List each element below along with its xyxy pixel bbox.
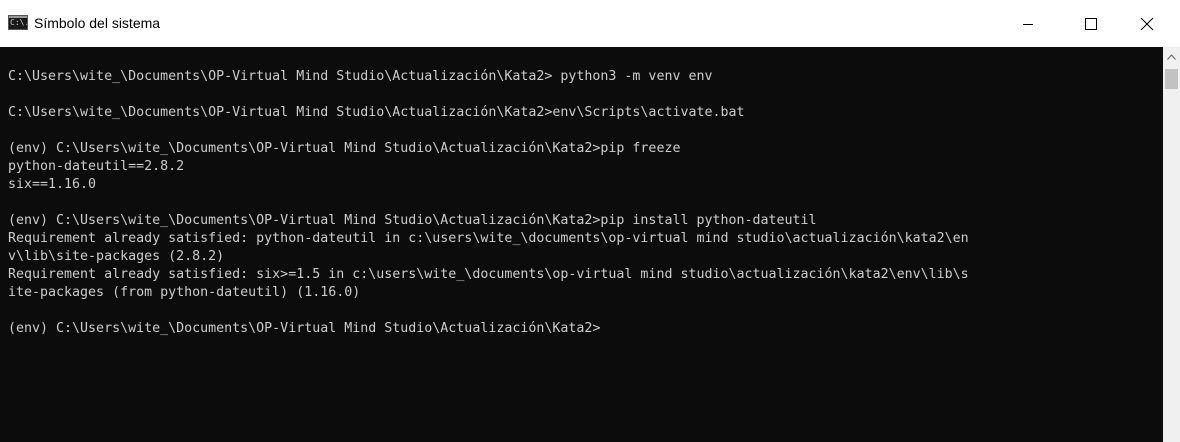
command-prompt-icon[interactable]: C:\. xyxy=(8,15,28,30)
command-prompt-window: C:\. Símbolo del sistema C:\Users\wite_\… xyxy=(0,0,1180,442)
console-output[interactable]: C:\Users\wite_\Documents\OP-Virtual Mind… xyxy=(0,47,1163,442)
console-line: C:\Users\wite_\Documents\OP-Virtual Mind… xyxy=(8,69,713,84)
minimize-button[interactable] xyxy=(1005,0,1051,47)
console-line: ite-packages (from python-dateutil) (1.1… xyxy=(8,285,361,300)
console-line: six==1.16.0 xyxy=(8,177,97,192)
console-line: Requirement already satisfied: python-da… xyxy=(8,231,969,246)
console-line: (env) C:\Users\wite_\Documents\OP-Virtua… xyxy=(8,141,681,156)
scroll-up-button[interactable] xyxy=(1163,49,1180,65)
maximize-button[interactable] xyxy=(1068,0,1114,47)
maximize-icon xyxy=(1085,17,1097,30)
console-text: C:\Users\wite_\Documents\OP-Virtual Mind… xyxy=(8,68,969,338)
minimize-icon xyxy=(1023,23,1033,25)
console-line: v\lib\site-packages (2.8.2) xyxy=(8,249,225,264)
window-title: Símbolo del sistema xyxy=(34,15,161,31)
chevron-up-icon xyxy=(1167,54,1176,60)
console-line: python-dateutil==2.8.2 xyxy=(8,159,185,174)
console-line: (env) C:\Users\wite_\Documents\OP-Virtua… xyxy=(8,321,601,336)
console-line: Requirement already satisfied: six>=1.5 … xyxy=(8,267,969,282)
vertical-scrollbar[interactable] xyxy=(1163,47,1180,442)
console-line: (env) C:\Users\wite_\Documents\OP-Virtua… xyxy=(8,213,817,228)
close-icon xyxy=(1140,17,1154,30)
console-line: C:\Users\wite_\Documents\OP-Virtual Mind… xyxy=(8,105,745,120)
close-button[interactable] xyxy=(1124,0,1170,47)
title-bar[interactable]: C:\. Símbolo del sistema xyxy=(0,0,1180,47)
scrollbar-thumb[interactable] xyxy=(1165,69,1178,89)
